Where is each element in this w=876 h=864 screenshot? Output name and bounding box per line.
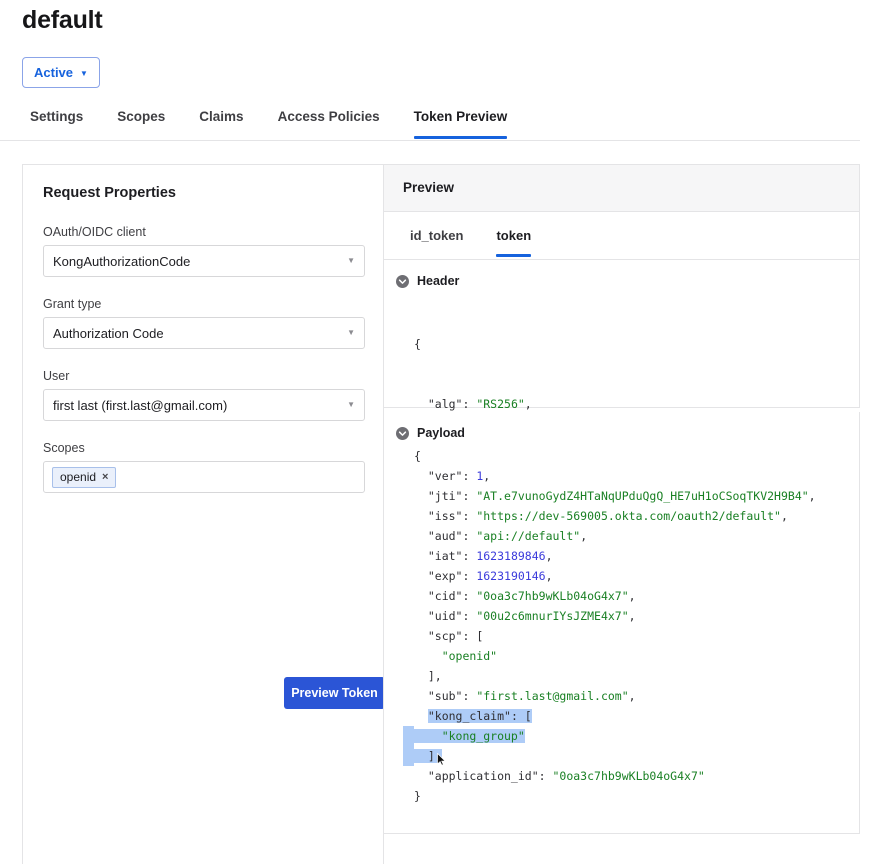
- status-dropdown-button[interactable]: Active ▼: [22, 57, 100, 88]
- header-alg-value: "RS256": [476, 397, 524, 411]
- tab-token[interactable]: token: [496, 212, 531, 256]
- code-line: {: [414, 334, 859, 354]
- tab-id-token[interactable]: id_token: [410, 212, 463, 256]
- chevron-down-icon: ▼: [347, 329, 355, 337]
- field-user: User first last (first.last@gmail.com) ▼: [43, 369, 365, 421]
- code-line: "cid": "0oa3c7hb9wKLb04oG4x7",: [414, 586, 859, 606]
- code-line: "aud": "api://default",: [414, 526, 859, 546]
- token-preview-page: default Active ▼ Settings Scopes Claims …: [0, 0, 876, 844]
- grant-type-select[interactable]: Authorization Code ▼: [43, 317, 365, 349]
- preview-token-button[interactable]: Preview Token: [284, 677, 385, 709]
- main-tabbar: Settings Scopes Claims Access Policies T…: [0, 107, 860, 141]
- code-line: "ver": 1,: [414, 466, 859, 486]
- code-line: "sub": "first.last@gmail.com",: [414, 686, 859, 706]
- field-label-oauth-client: OAuth/OIDC client: [43, 225, 365, 239]
- scope-chip-label: openid: [60, 470, 96, 484]
- payload-json-code[interactable]: { "ver": 1, "jti": "AT.e7vunoGydZ4HTaNqU…: [384, 446, 859, 806]
- chevron-down-icon: ▼: [80, 70, 88, 78]
- grant-type-value: Authorization Code: [53, 326, 164, 341]
- tab-token-preview[interactable]: Token Preview: [414, 107, 508, 138]
- code-line: "iat": 1623189846,: [414, 546, 859, 566]
- tab-settings[interactable]: Settings: [30, 107, 83, 138]
- field-oauth-client: OAuth/OIDC client KongAuthorizationCode …: [43, 225, 365, 277]
- code-line: ],: [414, 746, 859, 766]
- status-label: Active: [34, 65, 73, 80]
- code-line: "iss": "https://dev-569005.okta.com/oaut…: [414, 506, 859, 526]
- request-properties-title: Request Properties: [43, 185, 176, 201]
- code-line: {: [414, 446, 859, 466]
- payload-section-title: Payload: [417, 426, 465, 440]
- code-line: "exp": 1623190146,: [414, 566, 859, 586]
- code-line: ],: [414, 666, 859, 686]
- tab-scopes[interactable]: Scopes: [117, 107, 165, 138]
- chevron-down-icon: ▼: [347, 257, 355, 265]
- tab-access-policies[interactable]: Access Policies: [278, 107, 380, 138]
- oauth-client-value: KongAuthorizationCode: [53, 254, 190, 269]
- user-select[interactable]: first last (first.last@gmail.com) ▼: [43, 389, 365, 421]
- scopes-input[interactable]: openid ×: [43, 461, 365, 493]
- payload-section: Payload { "ver": 1, "jti": "AT.e7vunoGyd…: [383, 412, 860, 834]
- code-line: "openid": [414, 646, 859, 666]
- field-label-user: User: [43, 369, 365, 383]
- chevron-down-circle-icon[interactable]: [396, 427, 409, 440]
- header-section-title: Header: [417, 274, 459, 288]
- chevron-down-icon: ▼: [347, 401, 355, 409]
- code-line: "scp": [: [414, 626, 859, 646]
- code-line: "jti": "AT.e7vunoGydZ4HTaNqUPduQgQ_HE7uH…: [414, 486, 859, 506]
- preview-title: Preview: [403, 180, 454, 195]
- code-line: }: [414, 786, 859, 806]
- token-tabbar: id_token token: [383, 212, 860, 260]
- payload-section-head[interactable]: Payload: [384, 412, 859, 440]
- oauth-client-select[interactable]: KongAuthorizationCode ▼: [43, 245, 365, 277]
- user-value: first last (first.last@gmail.com): [53, 398, 227, 413]
- field-label-scopes: Scopes: [43, 441, 365, 455]
- code-line: "uid": "00u2c6mnurIYsJZME4x7",: [414, 606, 859, 626]
- code-line: "kong_group": [414, 726, 859, 746]
- code-line: "application_id": "0oa3c7hb9wKLb04oG4x7": [414, 766, 859, 786]
- close-icon[interactable]: ×: [102, 471, 108, 483]
- request-properties-card: Request Properties OAuth/OIDC client Kon…: [22, 164, 384, 864]
- preview-card-header: Preview: [383, 164, 860, 212]
- field-scopes: Scopes openid ×: [43, 441, 365, 493]
- field-grant-type: Grant type Authorization Code ▼: [43, 297, 365, 349]
- page-title: default: [22, 6, 103, 35]
- scope-chip-openid[interactable]: openid ×: [52, 467, 116, 488]
- tab-claims[interactable]: Claims: [199, 107, 243, 138]
- field-label-grant-type: Grant type: [43, 297, 365, 311]
- code-line: "kong_claim": [: [414, 706, 859, 726]
- header-section-head[interactable]: Header: [384, 260, 859, 288]
- chevron-down-circle-icon[interactable]: [396, 275, 409, 288]
- header-section: Header { "alg": "RS256", "kid": "kMfIxAS…: [383, 260, 860, 408]
- code-line: "alg": "RS256",: [414, 394, 859, 414]
